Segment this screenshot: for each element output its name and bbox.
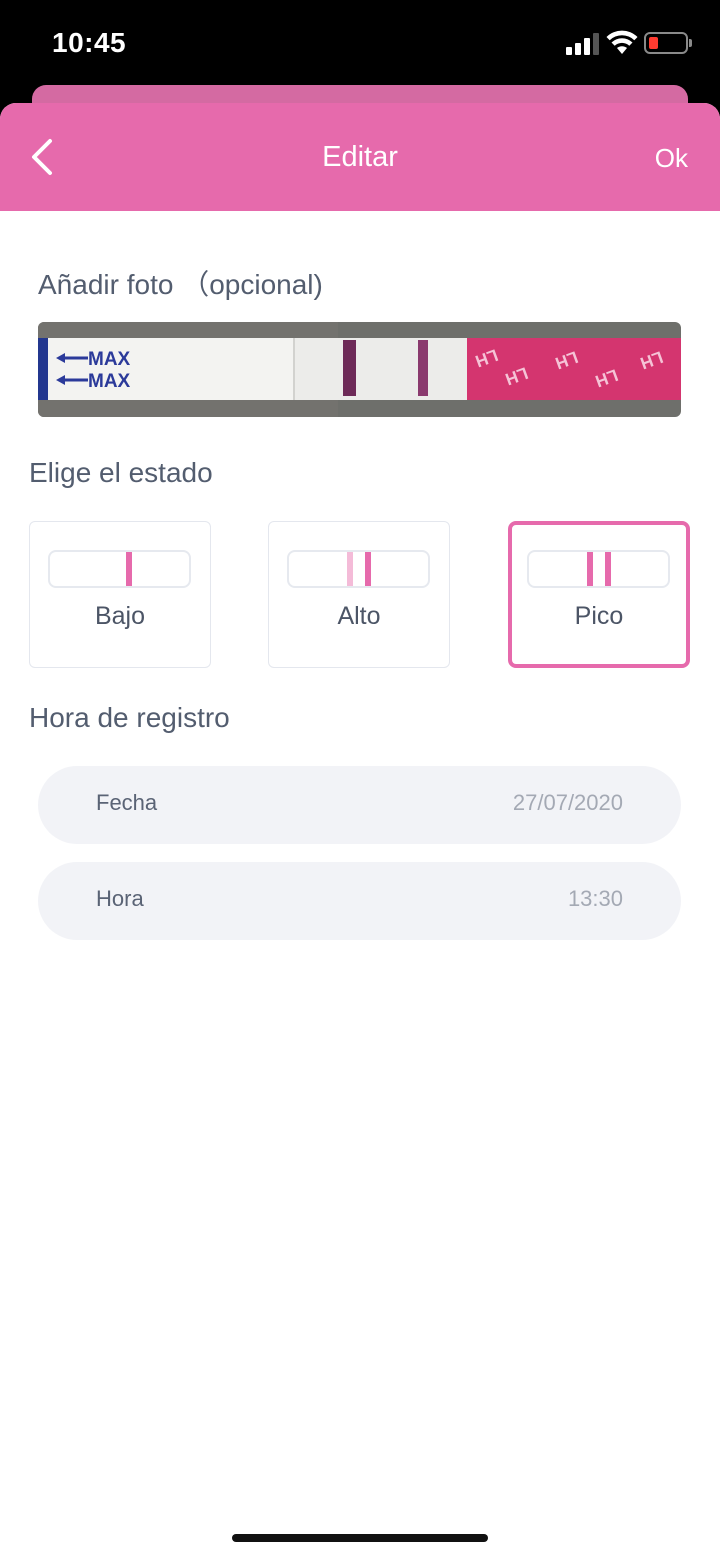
ok-button[interactable]: Ok — [655, 143, 688, 174]
date-field[interactable]: Fecha 27/07/2020 — [38, 766, 681, 844]
svg-text:MAX: MAX — [88, 349, 131, 370]
battery-icon — [644, 32, 688, 54]
state-label: Bajo — [94, 602, 146, 630]
state-section-title: Elige el estado — [29, 457, 213, 488]
state-label: Alto — [337, 602, 381, 630]
home-indicator[interactable] — [232, 1534, 488, 1542]
status-time: 10:45 — [52, 27, 127, 58]
page-title: Editar — [322, 141, 398, 173]
cellular-signal-icon — [566, 33, 602, 55]
date-label: Fecha — [96, 790, 158, 815]
photo-section-title: Añadir foto （opcional) — [38, 269, 323, 300]
test-strip-photo[interactable]: LH LH LH LH LH MAX MAX — [38, 322, 681, 417]
battery-cap — [689, 39, 692, 47]
time-section-title: Hora de registro — [29, 702, 230, 733]
svg-text:MAX: MAX — [88, 371, 131, 392]
state-option-alto[interactable]: Alto — [268, 521, 450, 668]
date-value: 27/07/2020 — [512, 790, 623, 815]
time-value: 13:30 — [567, 886, 623, 911]
time-field[interactable]: Hora 13:30 — [38, 862, 681, 940]
strip-icon — [527, 550, 670, 588]
navigation-bar: Editar Ok — [0, 103, 720, 211]
state-label: Pico — [574, 602, 624, 630]
status-bar: 10:45 — [0, 0, 720, 86]
state-option-bajo[interactable]: Bajo — [29, 521, 211, 668]
edit-sheet: Editar Ok Añadir foto （opcional) LH LH L… — [0, 103, 720, 1557]
state-option-pico[interactable]: Pico — [508, 521, 690, 668]
strip-icon — [287, 550, 430, 588]
strip-icon — [48, 550, 191, 588]
time-label: Hora — [96, 886, 144, 911]
wifi-icon — [606, 30, 638, 54]
test-strip-image: LH LH LH LH LH MAX MAX — [38, 322, 681, 417]
